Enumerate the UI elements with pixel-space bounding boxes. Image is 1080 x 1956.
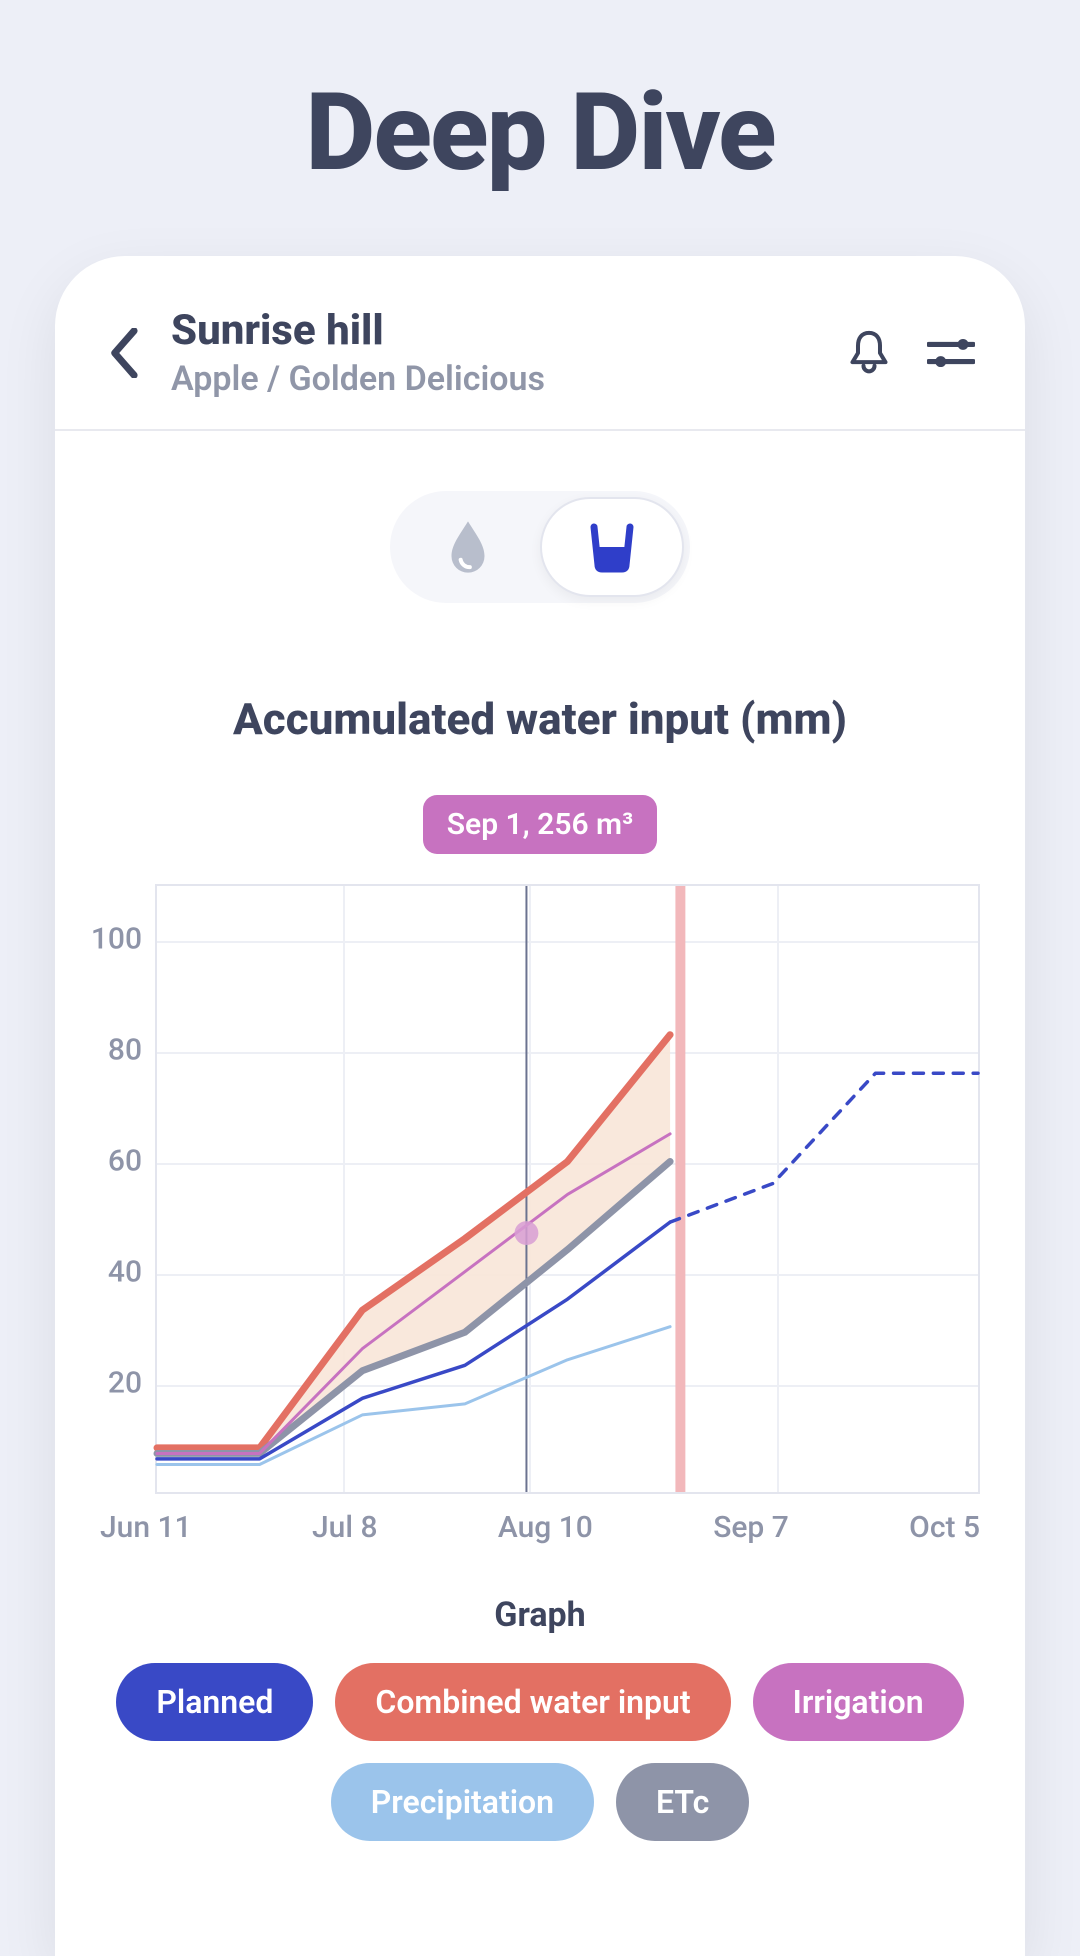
x-tick: Oct 5 [909,1510,980,1545]
mode-water-input[interactable] [540,497,684,597]
mode-soil-moisture[interactable] [396,497,540,597]
legend-chip-etc[interactable]: ETc [616,1763,749,1841]
x-tick: Jul 8 [312,1510,378,1545]
x-tick: Sep 7 [713,1510,789,1545]
x-axis-labels: Jun 11 Jul 8 Aug 10 Sep 7 Oct 5 [100,1510,980,1545]
chart-lines [157,886,978,1492]
legend-title: Graph [55,1595,1025,1635]
header-text: Sunrise hill Apple / Golden Delicious [171,306,845,399]
y-tick: 20 [108,1366,142,1401]
y-tick: 60 [108,1144,142,1179]
notifications-button[interactable] [845,329,893,377]
chevron-left-icon [106,328,140,378]
bell-icon [847,329,891,377]
y-tick: 40 [108,1255,142,1290]
filter-settings-button[interactable] [927,329,975,377]
phone-frame: Sunrise hill Apple / Golden Delicious [55,256,1025,1956]
page-title: Deep Dive [0,0,1080,196]
back-button[interactable] [95,325,151,381]
legend-chip-irrigation[interactable]: Irrigation [753,1663,964,1741]
chart: 100 80 60 40 20 Jun 11 Jul 8 Aug 10 Sep … [100,884,980,1545]
y-tick: 80 [108,1033,142,1068]
x-tick: Aug 10 [498,1510,593,1545]
chart-title: Accumulated water input (mm) [55,693,1025,745]
cup-icon [586,521,638,573]
legend-chips: Planned Combined water input Irrigation Pre… [55,1663,1025,1841]
y-tick: 100 [91,922,142,957]
chart-plot-area[interactable] [155,884,980,1494]
drop-icon [446,519,490,575]
legend-chip-combined-water-input[interactable]: Combined water input [335,1663,730,1741]
x-tick: Jun 11 [100,1510,192,1545]
mode-toggle [390,491,690,603]
location-subtitle: Apple / Golden Delicious [171,359,845,399]
app-header: Sunrise hill Apple / Golden Delicious [55,256,1025,431]
chart-tooltip: Sep 1, 256 m³ [423,795,658,854]
y-axis-labels: 100 80 60 40 20 [90,884,160,1494]
legend-chip-precipitation[interactable]: Precipitation [331,1763,594,1841]
location-title: Sunrise hill [171,306,845,355]
legend-chip-planned[interactable]: Planned [116,1663,313,1741]
sliders-icon [927,333,975,373]
